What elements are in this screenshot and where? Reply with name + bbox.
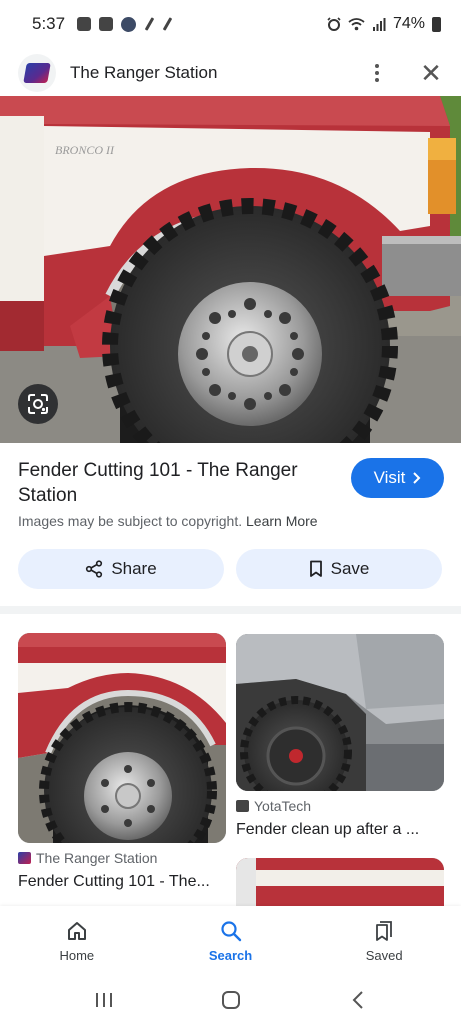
bookmark-icon: [309, 560, 322, 577]
chevron-right-icon: [413, 472, 421, 484]
pen-icon: [162, 17, 172, 31]
related-title[interactable]: Fender Cutting 101 - The...: [18, 873, 226, 891]
site-logo[interactable]: [18, 54, 56, 92]
related-source-name: The Ranger Station: [36, 850, 158, 866]
battery-icon: [432, 16, 441, 32]
signal-icon: [372, 18, 386, 31]
visit-label: Visit: [373, 468, 406, 487]
section-divider: [0, 606, 461, 614]
system-nav-bar: [0, 976, 461, 1024]
truck-fender-thumbnail: [18, 633, 226, 843]
truck-wheel-thumbnail: [236, 634, 444, 791]
related-image[interactable]: [236, 634, 444, 791]
result-title[interactable]: Fender Cutting 101 - The Ranger Station: [18, 458, 328, 508]
alarm-icon: [327, 17, 341, 31]
nav-search-label: Search: [208, 947, 253, 963]
home-button-icon[interactable]: [211, 985, 251, 1015]
site-name[interactable]: The Ranger Station: [70, 63, 217, 83]
share-icon: [86, 560, 103, 578]
nav-home[interactable]: Home: [0, 906, 154, 976]
site-header: The Ranger Station ✕: [0, 48, 461, 98]
site-favicon-icon: [236, 800, 249, 812]
related-source: The Ranger Station: [18, 850, 157, 866]
save-button[interactable]: Save: [236, 549, 442, 589]
status-bar: 5:37 74%: [0, 0, 461, 48]
related-image[interactable]: [236, 858, 444, 906]
lens-icon[interactable]: [18, 384, 58, 424]
site-favicon-icon: [18, 852, 31, 864]
share-label: Share: [111, 559, 157, 578]
bottom-nav: Home Search Saved: [0, 906, 461, 976]
copyright-notice: Images may be subject to copyright. Lear…: [18, 513, 318, 529]
truck-fender-photo: BRONCO II: [0, 96, 461, 443]
back-icon[interactable]: [338, 985, 378, 1015]
wifi-icon: [348, 18, 365, 31]
close-icon[interactable]: ✕: [419, 60, 443, 86]
bookmarks-icon: [376, 920, 393, 941]
home-icon: [67, 921, 86, 940]
notification-icon: [77, 17, 92, 31]
status-time: 5:37: [32, 14, 66, 33]
result-image[interactable]: BRONCO II: [0, 96, 461, 443]
related-image[interactable]: [18, 633, 226, 843]
copyright-text: Images may be subject to copyright.: [18, 513, 243, 529]
svg-text:BRONCO II: BRONCO II: [55, 143, 115, 157]
related-title[interactable]: Fender clean up after a ...: [236, 821, 444, 839]
related-source-name: YotaTech: [254, 798, 312, 814]
nav-saved[interactable]: Saved: [307, 906, 461, 976]
more-vert-icon[interactable]: [365, 61, 389, 85]
notification-icon: [99, 17, 114, 31]
related-source: YotaTech: [236, 798, 311, 814]
search-icon: [220, 920, 241, 941]
notification-icon: [121, 16, 137, 32]
nav-search[interactable]: Search: [154, 906, 308, 976]
nav-saved-label: Saved: [365, 947, 403, 963]
visit-button[interactable]: Visit: [351, 458, 444, 498]
save-label: Save: [330, 559, 370, 578]
pen-icon: [144, 17, 154, 31]
learn-more-link[interactable]: Learn More: [246, 513, 318, 529]
nav-home-label: Home: [59, 947, 95, 963]
battery-percent: 74%: [392, 15, 425, 32]
truck-thumbnail: [236, 858, 444, 906]
recent-apps-icon[interactable]: [84, 985, 124, 1015]
share-button[interactable]: Share: [18, 549, 224, 589]
